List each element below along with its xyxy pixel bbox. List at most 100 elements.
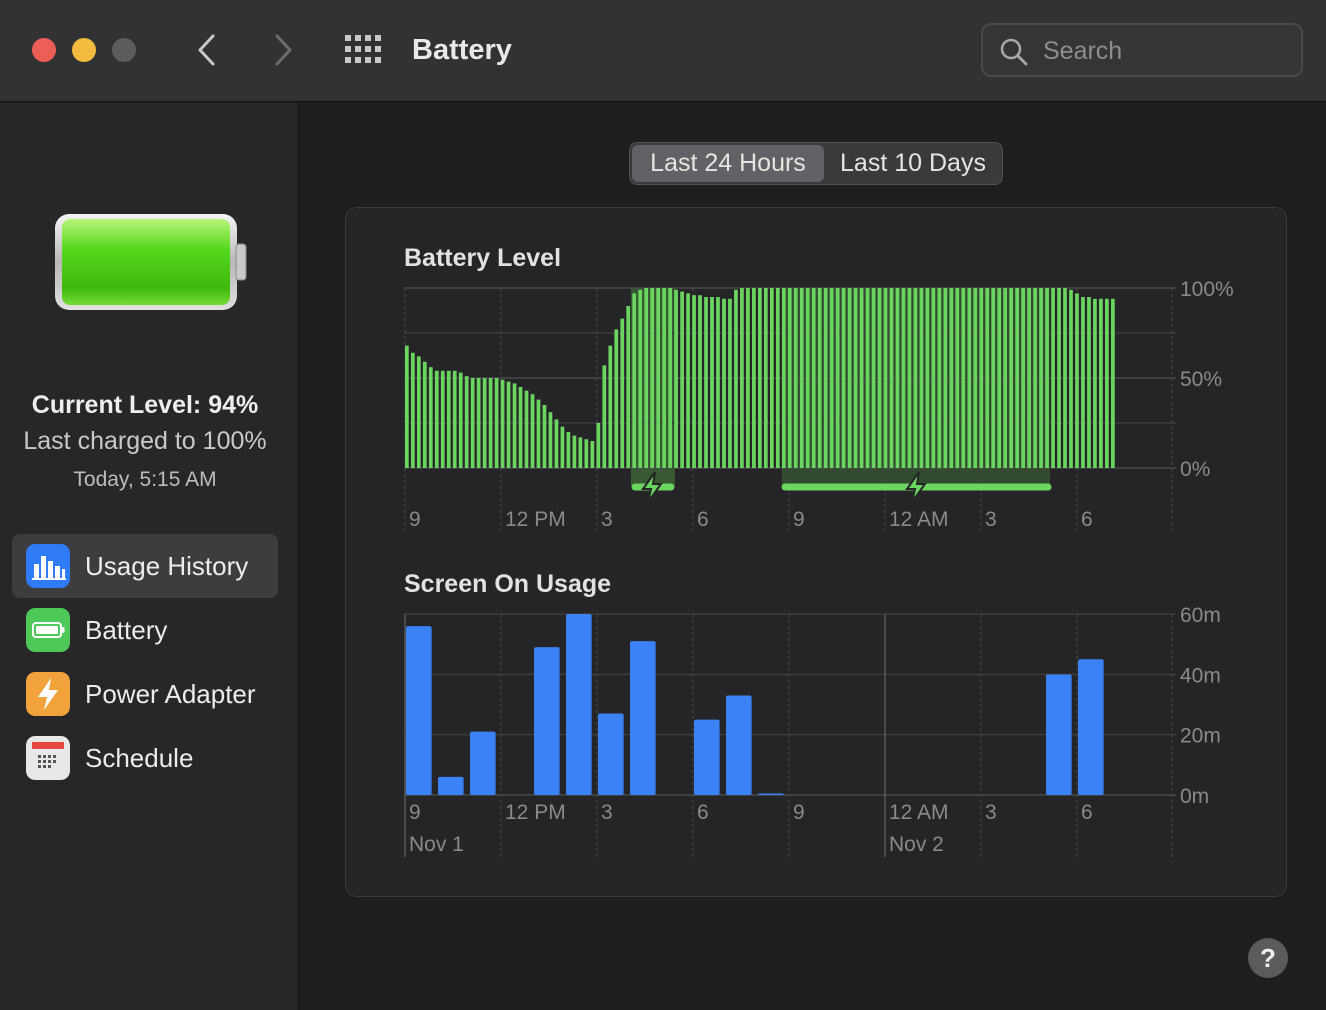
battery-level-bar [698, 295, 702, 468]
screen-usage-bar [534, 647, 560, 795]
battery-level-bar [722, 298, 726, 468]
battery-level-bar [710, 297, 714, 468]
usage-y-tick-label: 20m [1180, 725, 1221, 748]
battery-level-bar [1093, 298, 1097, 468]
battery-level-bar [979, 288, 984, 468]
usage-x-tick-label: 3 [601, 801, 613, 824]
usage-x-tick-label: 12 PM [505, 801, 566, 824]
battery-level-bar [692, 295, 696, 468]
sidebar-item-usage-history[interactable]: Usage History [12, 534, 278, 598]
search-field[interactable] [981, 23, 1303, 77]
battery-level-bar [656, 288, 660, 468]
battery-x-tick-label: 6 [697, 508, 709, 531]
zoom-window-button[interactable] [112, 38, 136, 62]
screen-usage-bar [438, 776, 464, 795]
power-adapter-icon [26, 672, 70, 716]
usage-y-tick-label: 40m [1180, 664, 1221, 687]
screen-usage-bar [1046, 674, 1072, 795]
battery-level-bar [835, 288, 840, 468]
battery-level-bar [997, 288, 1002, 468]
battery-y-tick-label: 100% [1180, 278, 1234, 301]
current-level-text: Current Level: 94% [31, 391, 259, 419]
battery-level-bar [1039, 288, 1043, 468]
battery-level-bar [853, 288, 858, 468]
window-title: Battery [412, 34, 512, 66]
usage-y-tick-label: 60m [1180, 604, 1221, 627]
battery-level-bar [1087, 297, 1091, 468]
battery-level-bar [422, 361, 427, 468]
battery-level-bar [620, 318, 625, 468]
battery-level-bar [410, 352, 415, 468]
sidebar-item-label: Usage History [85, 551, 249, 581]
back-button[interactable] [188, 30, 228, 70]
close-window-button[interactable] [32, 38, 56, 62]
battery-level-bar [907, 288, 912, 468]
battery-level-bar [668, 288, 672, 468]
sidebar-item-power-adapter[interactable]: Power Adapter [12, 662, 278, 726]
battery-level-bar [889, 288, 894, 468]
battery-level-bar [614, 329, 619, 468]
sidebar-item-label: Power Adapter [85, 679, 256, 709]
search-icon [1000, 38, 1028, 66]
battery-level-bar [518, 387, 523, 468]
battery-level-bar [626, 306, 631, 468]
screen-usage-bar [726, 695, 752, 795]
search-input[interactable] [1043, 33, 1283, 69]
battery-level-bar [638, 289, 643, 468]
battery-level-bar [602, 365, 607, 468]
battery-level-bar [895, 288, 900, 468]
battery-x-tick-label: 9 [409, 508, 421, 531]
battery-level-bar [1009, 288, 1014, 468]
usage-x-tick-label: 6 [697, 801, 709, 824]
battery-level-bar [763, 288, 768, 468]
battery-level-bar [793, 288, 798, 468]
battery-level-bar [452, 370, 457, 468]
battery-level-bar [728, 298, 732, 468]
screen-usage-bar [406, 626, 432, 795]
tab-last-10-days[interactable]: Last 10 Days [826, 145, 1000, 182]
battery-level-bar [769, 288, 774, 468]
battery-level-bar [1003, 288, 1008, 468]
battery-y-tick-label: 0% [1180, 458, 1210, 481]
minimize-window-button[interactable] [72, 38, 96, 62]
usage-date-label: Nov 2 [889, 833, 944, 856]
battery-level-bar [787, 288, 792, 468]
sidebar-item-battery[interactable]: Battery [12, 598, 278, 662]
forward-button[interactable] [262, 30, 302, 70]
tab-last-24-hours[interactable]: Last 24 Hours [632, 145, 824, 182]
usage-x-tick-label: 9 [409, 801, 421, 824]
show-all-grid-icon[interactable] [345, 35, 383, 65]
sidebar-item-label: Battery [85, 615, 168, 645]
battery-level-bar [901, 288, 906, 468]
charts-panel: Battery Level Screen On Usage 100% 50% 0% 9… [345, 207, 1287, 897]
battery-level-bar [524, 390, 529, 468]
battery-level-bar [817, 288, 822, 468]
battery-level-bar [949, 288, 954, 468]
battery-level-bar [704, 297, 708, 468]
battery-level-bar [464, 376, 469, 468]
battery-x-tick-label: 3 [601, 508, 613, 531]
sidebar-item-label: Schedule [85, 743, 194, 773]
battery-level-bar [811, 288, 816, 468]
usage-x-tick-label: 9 [793, 801, 805, 824]
battery-level-bar [961, 288, 966, 468]
battery-level-bar [967, 288, 972, 468]
battery-level-bar [746, 288, 750, 468]
sidebar-item-schedule[interactable]: Schedule [12, 726, 278, 790]
time-range-segmented-control: Last 24 Hours Last 10 Days [629, 142, 1003, 185]
battery-level-bar [548, 412, 553, 468]
screen-usage-bar [758, 793, 784, 795]
battery-level-bar [1027, 288, 1031, 468]
help-button[interactable]: ? [1248, 938, 1288, 978]
usage-x-tick-label: 6 [1081, 801, 1093, 824]
battery-level-bar [752, 288, 756, 468]
battery-level-bar [931, 288, 936, 468]
battery-level-bar [428, 367, 433, 468]
battery-level-bar [440, 370, 445, 468]
battery-level-bar [1033, 288, 1037, 468]
battery-level-icon [55, 214, 247, 310]
battery-level-bar [937, 288, 942, 468]
charged-time-text: Today, 5:15 AM [73, 468, 217, 491]
last-charged-text: Last charged to 100% [23, 427, 267, 455]
chevron-right-icon [275, 34, 292, 66]
